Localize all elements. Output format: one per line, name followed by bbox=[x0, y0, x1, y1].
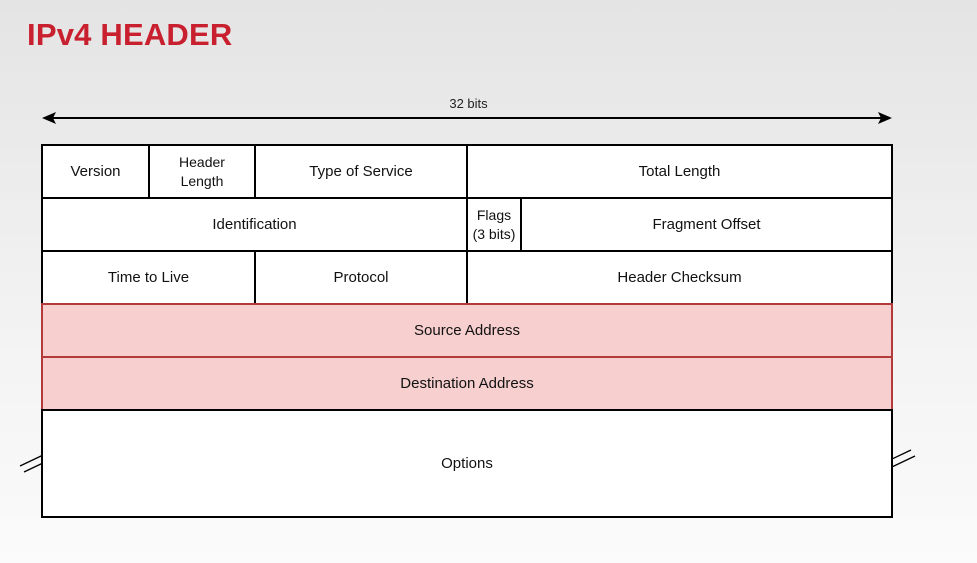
field-flags-line1: Flags bbox=[476, 207, 512, 224]
field-fragment-offset-label: Fragment Offset bbox=[652, 215, 761, 233]
field-header-length: Header Length bbox=[148, 144, 256, 199]
field-destination-address: Destination Address bbox=[41, 356, 893, 411]
field-flags: Flags (3 bits) bbox=[466, 197, 522, 252]
field-protocol-label: Protocol bbox=[333, 268, 389, 286]
field-options-label: Options bbox=[441, 454, 493, 472]
field-total-length-label: Total Length bbox=[638, 162, 721, 180]
field-header-length-line2: Length bbox=[180, 172, 224, 189]
field-protocol: Protocol bbox=[254, 250, 468, 305]
field-source-address: Source Address bbox=[41, 303, 893, 358]
bit-width-label: 32 bits bbox=[449, 96, 488, 111]
field-identification-label: Identification bbox=[212, 215, 297, 233]
field-header-checksum-label: Header Checksum bbox=[617, 268, 742, 286]
field-source-address-label: Source Address bbox=[414, 321, 520, 339]
field-flags-line2: (3 bits) bbox=[472, 225, 516, 242]
field-time-to-live: Time to Live bbox=[41, 250, 256, 305]
field-header-checksum: Header Checksum bbox=[466, 250, 893, 305]
field-type-of-service: Type of Service bbox=[254, 144, 468, 199]
field-destination-address-label: Destination Address bbox=[400, 374, 534, 392]
field-fragment-offset: Fragment Offset bbox=[520, 197, 893, 252]
field-options: Options bbox=[41, 409, 893, 518]
field-version: Version bbox=[41, 144, 150, 199]
field-identification: Identification bbox=[41, 197, 468, 252]
field-type-of-service-label: Type of Service bbox=[309, 162, 413, 180]
field-header-length-line1: Header bbox=[179, 154, 225, 171]
field-time-to-live-label: Time to Live bbox=[107, 268, 190, 286]
field-total-length: Total Length bbox=[466, 144, 893, 199]
field-version-label: Version bbox=[70, 162, 121, 180]
